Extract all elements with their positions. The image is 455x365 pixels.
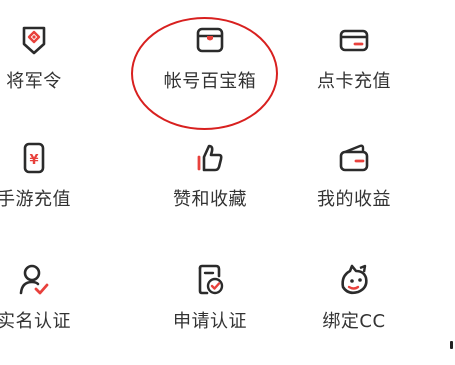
grid-item-label: 申请认证 bbox=[173, 311, 247, 332]
thumbs-up-icon bbox=[197, 144, 223, 172]
treasure-box-icon bbox=[196, 27, 224, 53]
grid-item-label: 绑定CC bbox=[322, 311, 386, 332]
grid-item-label: 手游充值 bbox=[0, 189, 71, 210]
svg-text:¥: ¥ bbox=[29, 153, 38, 168]
service-grid: 将军令 帐号百宝箱 点卡充值 ¥ 手游充值 赞和收藏 我的收益 实名认证 申请认… bbox=[0, 0, 455, 365]
grid-item-apply-verification[interactable]: 申请认证 bbox=[140, 262, 280, 362]
grid-item-label: 赞和收藏 bbox=[173, 189, 247, 210]
grid-item-mobile-game-recharge[interactable]: ¥ 手游充值 bbox=[0, 140, 104, 240]
shield-token-icon bbox=[22, 26, 46, 55]
grid-item-point-card-recharge[interactable]: 点卡充值 bbox=[284, 22, 424, 122]
grid-item-account-treasure-box[interactable]: 帐号百宝箱 bbox=[140, 22, 280, 122]
grid-item-label: 将军令 bbox=[6, 71, 62, 92]
grid-item-label: 帐号百宝箱 bbox=[163, 71, 257, 92]
grid-item-label: 实名认证 bbox=[0, 311, 71, 332]
grid-item-label: 点卡充值 bbox=[317, 71, 391, 92]
grid-item-label: 我的收益 bbox=[317, 189, 391, 210]
edge-mark bbox=[450, 341, 453, 349]
card-icon bbox=[339, 29, 369, 52]
phone-yuan-icon: ¥ bbox=[23, 142, 45, 174]
grid-item-likes-and-favorites[interactable]: 赞和收藏 bbox=[140, 140, 280, 240]
user-check-icon bbox=[19, 264, 49, 295]
grid-item-general-token[interactable]: 将军令 bbox=[0, 22, 104, 122]
wallet-icon bbox=[339, 144, 369, 172]
document-check-icon bbox=[198, 264, 224, 295]
cc-mascot-icon bbox=[341, 264, 368, 295]
grid-item-my-earnings[interactable]: 我的收益 bbox=[284, 140, 424, 240]
grid-item-bind-cc[interactable]: 绑定CC bbox=[284, 262, 424, 362]
grid-item-real-name-verification[interactable]: 实名认证 bbox=[0, 262, 104, 362]
